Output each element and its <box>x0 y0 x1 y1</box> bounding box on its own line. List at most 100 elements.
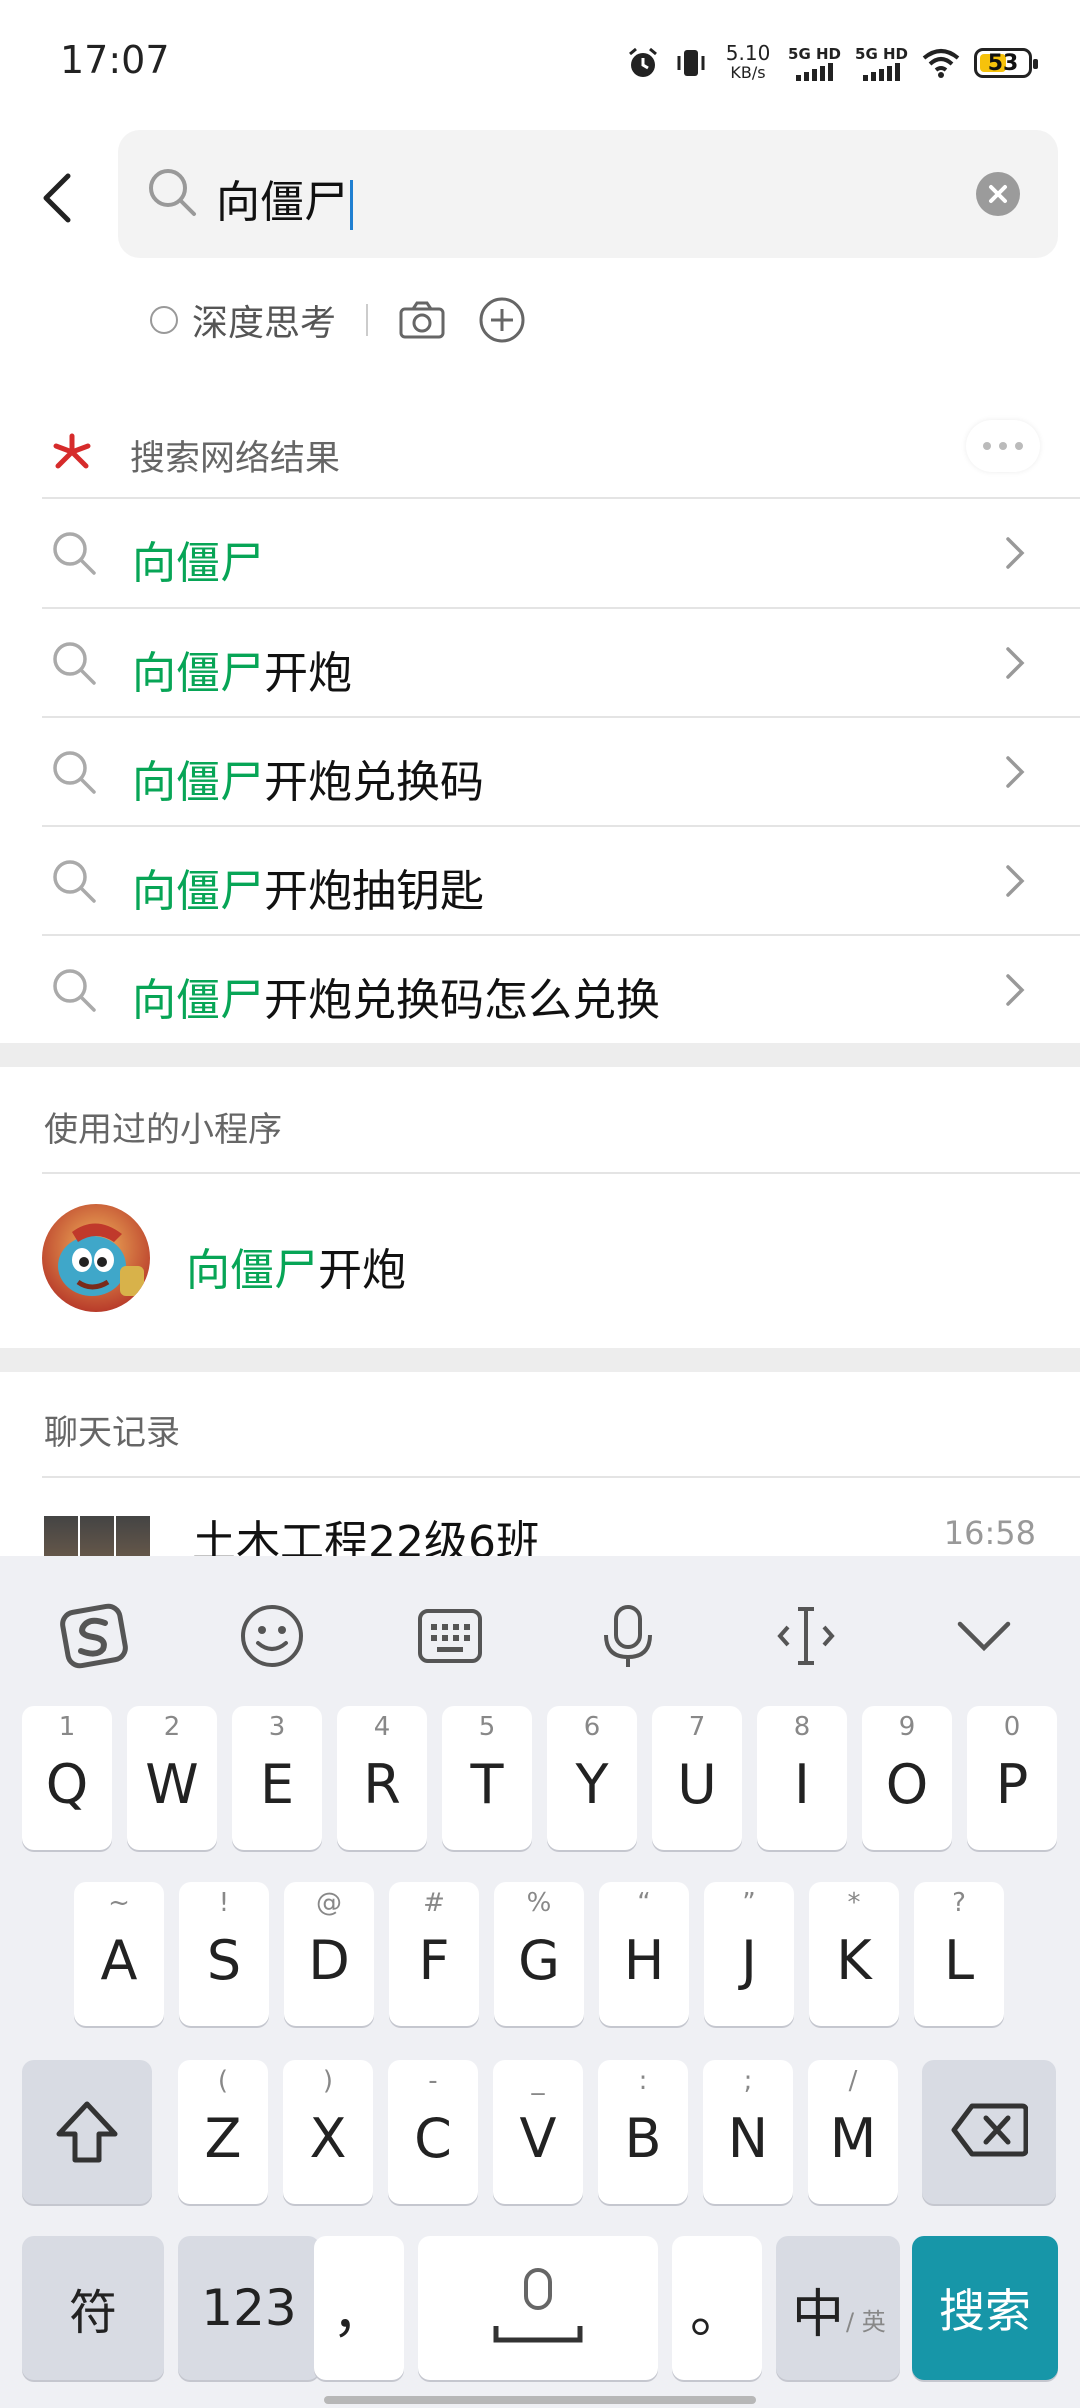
key-label: Y <box>575 1753 609 1816</box>
key-t[interactable]: 5T <box>442 1706 532 1850</box>
signal-bars-icon <box>855 62 908 81</box>
key-r[interactable]: 4R <box>337 1706 427 1850</box>
key-e[interactable]: 3E <box>232 1706 322 1850</box>
key-label: L <box>943 1929 975 1992</box>
key-s[interactable]: ! S <box>179 1882 269 2026</box>
emoji-button[interactable] <box>232 1596 312 1676</box>
key-a[interactable]: ~ A <box>74 1882 164 2026</box>
number-key[interactable]: 123 <box>178 2236 320 2380</box>
key-f[interactable]: # F <box>389 1882 479 2026</box>
keyboard: 1Q2W3E4R5T6Y7U8I9O0P ~ A! S @ D # F% G “H” J * K? L … <box>0 1556 1080 2408</box>
more-options-button[interactable] <box>966 420 1040 472</box>
key-c[interactable]: -C <box>388 2060 478 2204</box>
hide-keyboard-button[interactable] <box>944 1596 1024 1676</box>
battery-level: 53 <box>987 50 1019 76</box>
key-b[interactable]: :B <box>598 2060 688 2204</box>
clear-search-button[interactable] <box>976 172 1020 216</box>
voice-input-button[interactable] <box>588 1596 668 1676</box>
backspace-icon <box>951 2103 1028 2157</box>
emoji-icon <box>241 1605 303 1667</box>
key-d[interactable]: @ D <box>284 1882 374 2026</box>
mini-programs-title: 使用过的小程序 <box>44 1110 282 1150</box>
key-q[interactable]: 1Q <box>22 1706 112 1850</box>
suggestion-item[interactable]: 向僵尸开炮兑换码怎么兑换 <box>0 936 1080 1044</box>
home-indicator[interactable] <box>324 2396 756 2404</box>
keyboard-switch-button[interactable] <box>410 1596 490 1676</box>
key-p[interactable]: 0P <box>967 1706 1057 1850</box>
key-label: C <box>414 2107 452 2170</box>
key-z[interactable]: (Z <box>178 2060 268 2204</box>
status-bar: 17:07 5.10 KB/s 5G HD 5G HD 53 <box>0 0 1080 120</box>
key-label: Q <box>45 1753 89 1816</box>
key-o[interactable]: 9O <box>862 1706 952 1850</box>
backspace-key[interactable] <box>922 2060 1056 2204</box>
wifi-icon <box>922 49 960 78</box>
key-label: U <box>677 1753 717 1816</box>
web-results-header: 搜索网络结果 <box>0 420 1080 498</box>
separator <box>366 304 369 336</box>
cursor-edit-button[interactable] <box>766 1596 846 1676</box>
key-j[interactable]: ” J <box>704 1882 794 2026</box>
key-secondary-label: % <box>526 1888 552 1918</box>
key-n[interactable]: ; N <box>703 2060 793 2204</box>
key-label: O <box>885 1753 929 1816</box>
sim1-signal: 5G HD <box>788 45 841 81</box>
key-label: Z <box>204 2107 242 2170</box>
net-speed: 5.10 KB/s <box>725 41 771 82</box>
section-gap <box>0 1043 1080 1067</box>
key-m[interactable]: / M <box>808 2060 898 2204</box>
search-icon <box>53 969 96 1012</box>
key-secondary-label: 3 <box>268 1712 286 1742</box>
ime-logo-button[interactable] <box>54 1596 134 1676</box>
section-gap <box>0 1348 1080 1372</box>
search-key[interactable]: 搜索 <box>912 2236 1058 2380</box>
key-label: A <box>100 1929 138 1992</box>
key-y[interactable]: 6Y <box>547 1706 637 1850</box>
suggestion-item[interactable]: 向僵尸开炮兑换码 <box>0 718 1080 826</box>
suggestion-text: 向僵尸开炮兑换码 <box>132 757 484 808</box>
suggestion-item[interactable]: 向僵尸开炮抽钥匙 <box>0 827 1080 935</box>
search-box[interactable]: 向僵尸 <box>118 130 1058 258</box>
shift-key[interactable] <box>22 2060 152 2204</box>
deep-thinking-radio[interactable] <box>150 306 178 334</box>
key-secondary-label: @ <box>316 1888 342 1918</box>
key-x[interactable]: ) X <box>283 2060 373 2204</box>
signal-bars-icon <box>788 62 841 81</box>
key-label: S <box>206 1929 242 1992</box>
search-input[interactable]: 向僵尸 <box>216 166 353 230</box>
camera-icon[interactable] <box>398 300 446 340</box>
sim2-signal: 5G HD <box>855 45 908 81</box>
add-circle-icon[interactable] <box>478 296 526 344</box>
symbol-key[interactable]: 符 <box>22 2236 164 2380</box>
language-switch-key[interactable]: 中 / 英 <box>776 2236 900 2380</box>
key-secondary-label: ) <box>322 2066 334 2096</box>
mini-program-item[interactable]: 向僵尸开炮 <box>0 1172 1080 1348</box>
deep-thinking-label[interactable]: 深度思考 <box>192 294 336 346</box>
key-secondary-label: # <box>423 1888 445 1918</box>
key-k[interactable]: * K <box>809 1882 899 2026</box>
back-arrow-icon[interactable] <box>38 168 78 228</box>
suggestion-item[interactable]: 向僵尸 <box>0 499 1080 607</box>
key-secondary-label: _ <box>531 2066 545 2096</box>
chat-history-item[interactable]: 土木工程22级6班 16:58 <box>0 1478 1080 1568</box>
key-i[interactable]: 8I <box>757 1706 847 1850</box>
key-label: T <box>470 1753 504 1816</box>
key-u[interactable]: 7U <box>652 1706 742 1850</box>
suggestion-item[interactable]: 向僵尸开炮 <box>0 609 1080 717</box>
period-key[interactable]: 。 <box>672 2236 762 2380</box>
key-g[interactable]: % G <box>494 1882 584 2026</box>
key-label: F <box>418 1929 450 1992</box>
battery-icon: 53 <box>974 48 1038 78</box>
key-label: R <box>363 1753 401 1816</box>
key-label: G <box>518 1929 560 1992</box>
key-label: D <box>308 1929 350 1992</box>
comma-key[interactable]: ， <box>314 2236 404 2380</box>
key-w[interactable]: 2W <box>127 1706 217 1850</box>
key-v[interactable]: _ V <box>493 2060 583 2204</box>
space-key[interactable] <box>418 2236 658 2380</box>
key-h[interactable]: “H <box>599 1882 689 2026</box>
search-icon <box>53 751 96 794</box>
key-l[interactable]: ? L <box>914 1882 1004 2026</box>
suggestion-text: 向僵尸 <box>132 538 264 589</box>
space-microphone-icon <box>493 2268 583 2343</box>
